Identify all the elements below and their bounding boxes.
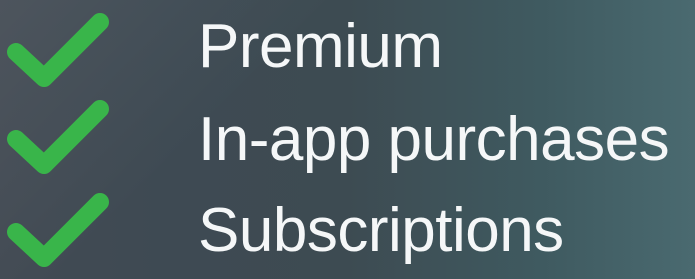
feature-label: Subscriptions bbox=[198, 196, 564, 265]
feature-label: In-app purchases bbox=[198, 105, 670, 174]
checkmark-icon bbox=[7, 13, 109, 87]
feature-row-in-app-purchases: In-app purchases bbox=[0, 93, 695, 186]
feature-row-subscriptions: Subscriptions bbox=[0, 186, 695, 279]
feature-row-premium: Premium bbox=[0, 0, 695, 93]
features-panel: Premium In-app purchases Subscriptions bbox=[0, 0, 695, 279]
checkmark-icon bbox=[7, 100, 109, 174]
feature-label: Premium bbox=[198, 12, 443, 81]
checkmark-icon bbox=[7, 193, 109, 267]
